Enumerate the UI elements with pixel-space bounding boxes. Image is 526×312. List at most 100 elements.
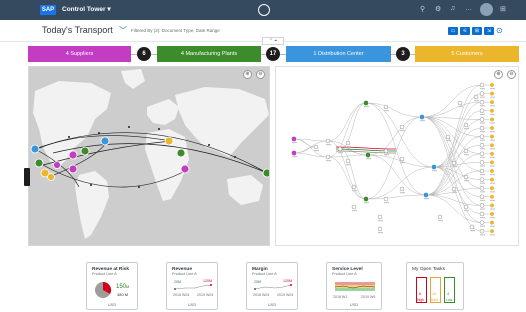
customer-marker[interactable] bbox=[47, 173, 55, 181]
graph-node[interactable] bbox=[399, 186, 405, 192]
graph-node[interactable] bbox=[479, 142, 485, 148]
graph-zoom-out-button[interactable]: ⊖ bbox=[507, 70, 516, 79]
kpi-card-revenue-at-risk[interactable]: Revenue at Risk Product Line A 150M 380 … bbox=[86, 262, 138, 310]
supplier-marker[interactable] bbox=[180, 164, 190, 174]
graph-node[interactable] bbox=[351, 204, 357, 210]
graph-node[interactable] bbox=[489, 116, 495, 122]
graph-node[interactable] bbox=[489, 228, 495, 234]
bell-icon[interactable]: ♫ bbox=[450, 5, 455, 12]
filter-button[interactable]: ⚟ bbox=[460, 27, 470, 35]
settings-icon[interactable]: ⚙ bbox=[435, 5, 441, 13]
graph-node[interactable] bbox=[377, 226, 383, 232]
map-zoom-out-button[interactable]: ⊖ bbox=[256, 70, 265, 79]
graph-node[interactable] bbox=[479, 220, 485, 225]
graph-node[interactable] bbox=[363, 196, 369, 202]
graph-node[interactable] bbox=[489, 194, 495, 200]
graph-node[interactable] bbox=[489, 151, 495, 157]
graph-node[interactable] bbox=[419, 114, 425, 120]
world-map-panel[interactable]: ⊕ ⊖ bbox=[28, 66, 270, 246]
graph-node[interactable] bbox=[489, 211, 495, 217]
graph-node[interactable] bbox=[469, 224, 475, 230]
graph-node[interactable] bbox=[489, 142, 495, 148]
kpi-card-margin[interactable]: Margin Product Line A 20M 120M 2018 W24 … bbox=[246, 262, 298, 310]
graph-node[interactable] bbox=[479, 134, 485, 139]
graph-node[interactable] bbox=[489, 134, 495, 140]
graph-node[interactable] bbox=[423, 192, 429, 198]
graph-node[interactable] bbox=[463, 122, 469, 128]
graph-node[interactable] bbox=[291, 136, 297, 142]
graph-node[interactable] bbox=[325, 154, 331, 160]
graph-node[interactable] bbox=[479, 99, 485, 105]
graph-node[interactable] bbox=[383, 104, 389, 110]
plant-marker[interactable] bbox=[176, 148, 186, 158]
graph-node[interactable] bbox=[489, 202, 495, 208]
graph-node[interactable] bbox=[463, 174, 469, 180]
network-graph[interactable] bbox=[276, 67, 519, 246]
graph-node[interactable] bbox=[479, 228, 485, 234]
graph-node[interactable] bbox=[445, 134, 451, 140]
task-bar-low[interactable]: 4 Low bbox=[444, 277, 455, 303]
graph-node[interactable] bbox=[479, 168, 485, 174]
graph-node[interactable] bbox=[479, 117, 485, 122]
stage-customers[interactable]: 5 Customers bbox=[415, 46, 519, 62]
graph-node[interactable] bbox=[489, 82, 495, 88]
plant-marker[interactable] bbox=[80, 146, 90, 156]
graph-node[interactable] bbox=[489, 185, 495, 191]
graph-node[interactable] bbox=[325, 138, 331, 144]
stage-manufacturing-plants[interactable]: 4 Manufacturing Plants bbox=[157, 46, 261, 62]
graph-node[interactable] bbox=[489, 91, 495, 97]
app-title-menu[interactable]: Control Tower ▾ bbox=[62, 5, 111, 13]
graph-node[interactable] bbox=[479, 194, 485, 200]
network-graph-panel[interactable]: ⊕ ⊖ bbox=[275, 66, 519, 246]
graph-node[interactable] bbox=[377, 214, 383, 220]
graph-node[interactable] bbox=[345, 140, 351, 146]
export-button[interactable]: ⇲ bbox=[484, 27, 494, 35]
connector-count[interactable]: 3 bbox=[396, 47, 410, 61]
map-view-button[interactable]: ⊞ bbox=[472, 27, 482, 35]
task-bar-high[interactable]: 8 High bbox=[416, 277, 427, 303]
graph-node[interactable] bbox=[313, 144, 319, 150]
plant-marker[interactable] bbox=[34, 158, 44, 168]
graph-node[interactable] bbox=[479, 91, 485, 96]
map-zoom-in-button[interactable]: ⊕ bbox=[243, 70, 252, 79]
graph-node[interactable] bbox=[479, 108, 485, 114]
graph-node[interactable] bbox=[337, 146, 343, 152]
supplier-marker[interactable] bbox=[68, 164, 78, 174]
graph-node[interactable] bbox=[451, 160, 457, 166]
grid-icon[interactable]: ⊞ bbox=[500, 5, 506, 13]
avatar[interactable] bbox=[480, 3, 493, 16]
graph-node[interactable] bbox=[457, 100, 463, 106]
graph-node[interactable] bbox=[473, 94, 479, 100]
graph-node[interactable] bbox=[489, 125, 495, 131]
kpi-card-service-level[interactable]: Service Level Product Line A 2018 W1 201… bbox=[326, 262, 382, 310]
dc-marker[interactable] bbox=[30, 144, 40, 154]
graph-node[interactable] bbox=[463, 148, 469, 154]
view-toggle-button[interactable]: ▭ bbox=[448, 27, 458, 35]
graph-node[interactable] bbox=[489, 177, 495, 183]
variant-chevron-down-icon[interactable]: ﹀ bbox=[119, 25, 127, 36]
graph-node[interactable] bbox=[463, 204, 469, 210]
graph-node[interactable] bbox=[479, 160, 485, 165]
graph-node[interactable] bbox=[489, 108, 495, 114]
customer-marker[interactable] bbox=[164, 136, 174, 146]
graph-node[interactable] bbox=[489, 99, 495, 105]
kpi-card-revenue[interactable]: Revenue Product Line A 20M 120M 2018 W24… bbox=[166, 262, 218, 310]
kpi-card-open-tasks[interactable]: My Open Tasks 8 High 10 Med 4 Low bbox=[406, 262, 464, 310]
graph-node[interactable] bbox=[363, 100, 369, 106]
world-map[interactable] bbox=[29, 67, 270, 246]
graph-zoom-in-button[interactable]: ⊕ bbox=[494, 70, 503, 79]
graph-node[interactable] bbox=[489, 220, 495, 226]
graph-node[interactable] bbox=[291, 150, 297, 156]
graph-node[interactable] bbox=[479, 203, 485, 208]
graph-node[interactable] bbox=[479, 211, 485, 217]
graph-node[interactable] bbox=[489, 159, 495, 165]
task-bar-medium[interactable]: 10 Med bbox=[430, 277, 441, 303]
connector-count[interactable]: 6 bbox=[137, 47, 151, 61]
graph-node[interactable] bbox=[479, 151, 485, 157]
graph-node[interactable] bbox=[437, 214, 443, 220]
dc-marker[interactable] bbox=[100, 136, 110, 146]
supplier-marker[interactable] bbox=[53, 161, 61, 169]
graph-node[interactable] bbox=[383, 196, 389, 202]
graph-node[interactable] bbox=[345, 158, 351, 164]
graph-node[interactable] bbox=[399, 124, 405, 130]
